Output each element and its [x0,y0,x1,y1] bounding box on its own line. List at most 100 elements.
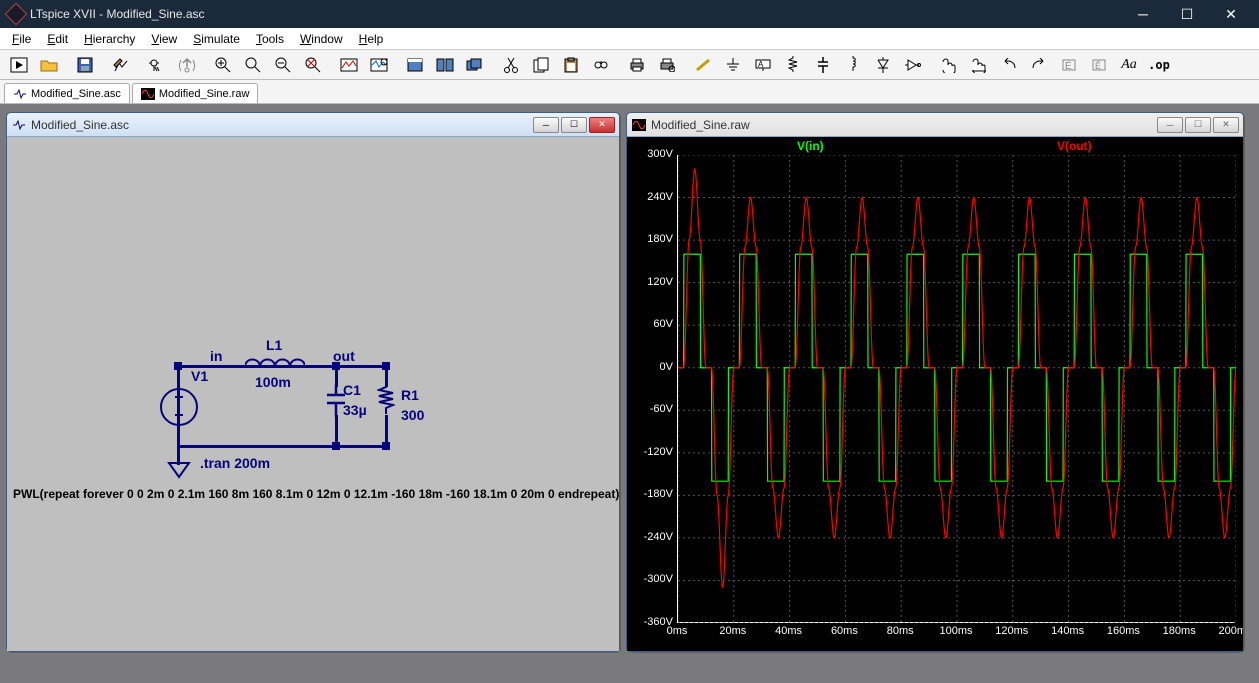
capacitor-name[interactable]: C1 [343,382,361,398]
spice-directive-pwl[interactable]: PWL(repeat forever 0 0 2m 0 2.1m 160 8m … [13,487,619,501]
app-logo-icon [5,3,28,26]
x-axis-tick: 200ms [1215,625,1243,637]
legend-vin[interactable]: V(in) [797,139,824,153]
copy-button[interactable] [527,53,555,77]
undo-button[interactable] [995,53,1023,77]
save-button[interactable] [71,53,99,77]
menu-view[interactable]: View [143,30,185,48]
pan-button[interactable] [239,53,267,77]
legend-vout[interactable]: V(out) [1057,139,1092,153]
run-button[interactable] [143,53,171,77]
spice-directive-button[interactable]: .op [1145,53,1173,77]
minimize-button[interactable]: ─ [1121,0,1165,28]
schematic-canvas[interactable]: in L1 100m out V1 C1 33µ R1 300 .tran 20… [7,137,619,651]
find-button[interactable] [587,53,615,77]
mdi-client-area[interactable]: Modified_Sine.asc ─ ☐ ✕ [0,104,1259,683]
y-axis-tick: -300V [627,573,673,585]
child-maximize-button[interactable]: ☐ [561,117,587,133]
schematic-icon [11,118,27,132]
inductor-name[interactable]: L1 [266,337,282,353]
child-maximize-button[interactable]: ☐ [1185,117,1211,133]
plot-title: Modified_Sine.raw [651,118,1157,132]
y-axis-tick: 180V [627,233,673,245]
voltage-source-symbol[interactable] [159,387,199,427]
tab-schematic[interactable]: Modified_Sine.asc [4,83,130,103]
cascade-windows-button[interactable] [431,53,459,77]
close-windows-button[interactable] [461,53,489,77]
svg-text:A: A [758,60,764,69]
setup-button[interactable] [653,53,681,77]
menu-hierarchy[interactable]: Hierarchy [76,30,143,48]
schematic-window[interactable]: Modified_Sine.asc ─ ☐ ✕ [6,112,620,652]
control-panel-button[interactable] [107,53,135,77]
zoom-out-button[interactable] [269,53,297,77]
text-button[interactable]: Aa [1115,53,1143,77]
halt-button[interactable] [173,53,201,77]
capacitor-button[interactable] [809,53,837,77]
autorange-y-button[interactable] [365,53,393,77]
y-axis-tick: 120V [627,276,673,288]
redo-button[interactable] [1025,53,1053,77]
menu-simulate[interactable]: Simulate [185,30,248,48]
zoom-fit-button[interactable] [299,53,327,77]
schematic-title: Modified_Sine.asc [31,118,533,132]
tile-windows-button[interactable] [401,53,429,77]
menu-edit[interactable]: Edit [39,30,76,48]
net-label-out[interactable]: out [333,348,355,364]
wire[interactable] [177,445,387,448]
menu-help[interactable]: Help [351,30,392,48]
spice-directive-tran[interactable]: .tran 200m [200,455,270,471]
maximize-button[interactable]: ☐ [1165,0,1209,28]
new-schematic-button[interactable] [5,53,33,77]
child-minimize-button[interactable]: ─ [1157,117,1183,133]
child-minimize-button[interactable]: ─ [533,117,559,133]
svg-text:Ê: Ê [1095,61,1101,71]
plot-titlebar[interactable]: Modified_Sine.raw ─ ☐ ✕ [627,113,1243,137]
resistor-symbol[interactable] [377,385,395,417]
resistor-name[interactable]: R1 [401,387,419,403]
paste-button[interactable] [557,53,585,77]
y-axis-tick: -180V [627,488,673,500]
zoom-in-button[interactable] [209,53,237,77]
child-close-button[interactable]: ✕ [589,117,615,133]
inductor-value[interactable]: 100m [255,374,291,390]
tab-label: Modified_Sine.raw [159,88,250,100]
open-button[interactable] [35,53,63,77]
plot-area[interactable] [677,155,1235,623]
net-label-in[interactable]: in [210,348,222,364]
node [381,361,391,371]
component-button[interactable] [899,53,927,77]
move-button[interactable] [935,53,963,77]
capacitor-value[interactable]: 33µ [343,402,367,418]
diode-button[interactable] [869,53,897,77]
autorange-x-button[interactable] [335,53,363,77]
inductor-symbol[interactable] [245,355,305,375]
inductor-button[interactable] [839,53,867,77]
vsource-name[interactable]: V1 [191,368,208,384]
child-close-button[interactable]: ✕ [1213,117,1239,133]
ground-symbol[interactable] [167,457,191,479]
plot-canvas[interactable]: V(in) V(out) 300V240V180V120V60V0V-60V-1… [627,137,1243,651]
mirror-button[interactable]: Ê [1085,53,1113,77]
ground-button[interactable] [719,53,747,77]
y-axis-tick: -120V [627,446,673,458]
resistor-button[interactable] [779,53,807,77]
menu-window[interactable]: Window [292,30,351,48]
y-axis-tick: 0V [627,361,673,373]
print-button[interactable] [623,53,651,77]
close-button[interactable]: ✕ [1209,0,1253,28]
rotate-button[interactable]: É [1055,53,1083,77]
cut-button[interactable] [497,53,525,77]
x-axis-tick: 180ms [1159,625,1199,637]
schematic-titlebar[interactable]: Modified_Sine.asc ─ ☐ ✕ [7,113,619,137]
tab-waveform[interactable]: Modified_Sine.raw [132,83,259,103]
label-net-button[interactable]: A [749,53,777,77]
resistor-value[interactable]: 300 [401,407,424,423]
plot-window[interactable]: Modified_Sine.raw ─ ☐ ✕ V(in) V(out) 300… [626,112,1244,652]
menu-tools[interactable]: Tools [248,30,292,48]
menu-bar: File Edit Hierarchy View Simulate Tools … [0,28,1259,50]
x-axis-tick: 40ms [769,625,809,637]
draw-wire-button[interactable] [689,53,717,77]
menu-file[interactable]: File [4,30,39,48]
drag-button[interactable] [965,53,993,77]
